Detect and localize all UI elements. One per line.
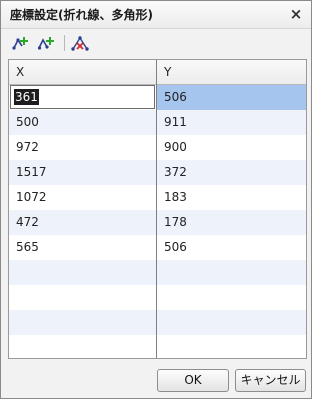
table-row[interactable]: 472 bbox=[9, 210, 156, 235]
column-header-y-label: Y bbox=[164, 65, 172, 79]
table-row[interactable]: 178 bbox=[157, 210, 306, 235]
empty-row[interactable] bbox=[9, 260, 156, 285]
close-icon[interactable]: × bbox=[287, 5, 305, 23]
table-row[interactable]: 183 bbox=[157, 185, 306, 210]
table-row[interactable]: 972 bbox=[9, 135, 156, 160]
cell-y: 183 bbox=[164, 190, 187, 204]
cell-x: 472 bbox=[16, 215, 39, 229]
table-row[interactable]: 506 bbox=[157, 85, 306, 110]
cell-y: 178 bbox=[164, 215, 187, 229]
insert-point-icon[interactable] bbox=[37, 34, 57, 52]
empty-row[interactable] bbox=[9, 335, 156, 360]
delete-point-icon[interactable] bbox=[70, 34, 90, 52]
ok-button[interactable]: OK bbox=[157, 369, 229, 392]
cell-y: 900 bbox=[164, 140, 187, 154]
table-row[interactable]: 1517 bbox=[9, 160, 156, 185]
cancel-button[interactable]: キャンセル bbox=[235, 369, 306, 392]
toolbar-separator bbox=[64, 35, 65, 51]
empty-row[interactable] bbox=[157, 310, 306, 335]
coordinate-settings-dialog: 座標設定(折れ線、多角形) × X 361 500 972 1517 1072 … bbox=[0, 0, 312, 399]
table-row[interactable]: 372 bbox=[157, 160, 306, 185]
cell-x: 972 bbox=[16, 140, 39, 154]
cell-x: 361 bbox=[14, 89, 39, 105]
cell-x: 565 bbox=[16, 240, 39, 254]
coordinate-grid: X 361 500 972 1517 1072 472 565 Y 506 91… bbox=[8, 59, 307, 359]
cell-y: 911 bbox=[164, 115, 187, 129]
toolbar bbox=[1, 29, 311, 57]
column-header-x-label: X bbox=[16, 65, 25, 79]
table-row[interactable]: 506 bbox=[157, 235, 306, 260]
dialog-title: 座標設定(折れ線、多角形) bbox=[10, 8, 153, 22]
column-header-x[interactable]: X bbox=[9, 60, 156, 85]
empty-row[interactable] bbox=[9, 285, 156, 310]
column-y: Y 506 911 900 372 183 178 506 bbox=[157, 60, 306, 358]
cell-y: 506 bbox=[164, 90, 187, 104]
cell-edit-field[interactable]: 361 bbox=[10, 85, 155, 109]
cell-x: 1517 bbox=[16, 165, 47, 179]
cell-y: 506 bbox=[164, 240, 187, 254]
table-row[interactable]: 500 bbox=[9, 110, 156, 135]
empty-row[interactable] bbox=[157, 285, 306, 310]
add-point-icon[interactable] bbox=[11, 34, 31, 52]
column-header-y[interactable]: Y bbox=[157, 60, 306, 85]
cell-x: 500 bbox=[16, 115, 39, 129]
table-row[interactable]: 911 bbox=[157, 110, 306, 135]
table-row[interactable]: 361 bbox=[9, 85, 156, 110]
column-x: X 361 500 972 1517 1072 472 565 bbox=[9, 60, 157, 358]
empty-row[interactable] bbox=[9, 310, 156, 335]
cell-x: 1072 bbox=[16, 190, 47, 204]
empty-row[interactable] bbox=[157, 335, 306, 360]
empty-row[interactable] bbox=[157, 260, 306, 285]
table-row[interactable]: 1072 bbox=[9, 185, 156, 210]
table-row[interactable]: 565 bbox=[9, 235, 156, 260]
table-row[interactable]: 900 bbox=[157, 135, 306, 160]
cell-y: 372 bbox=[164, 165, 187, 179]
title-bar: 座標設定(折れ線、多角形) × bbox=[1, 1, 311, 29]
